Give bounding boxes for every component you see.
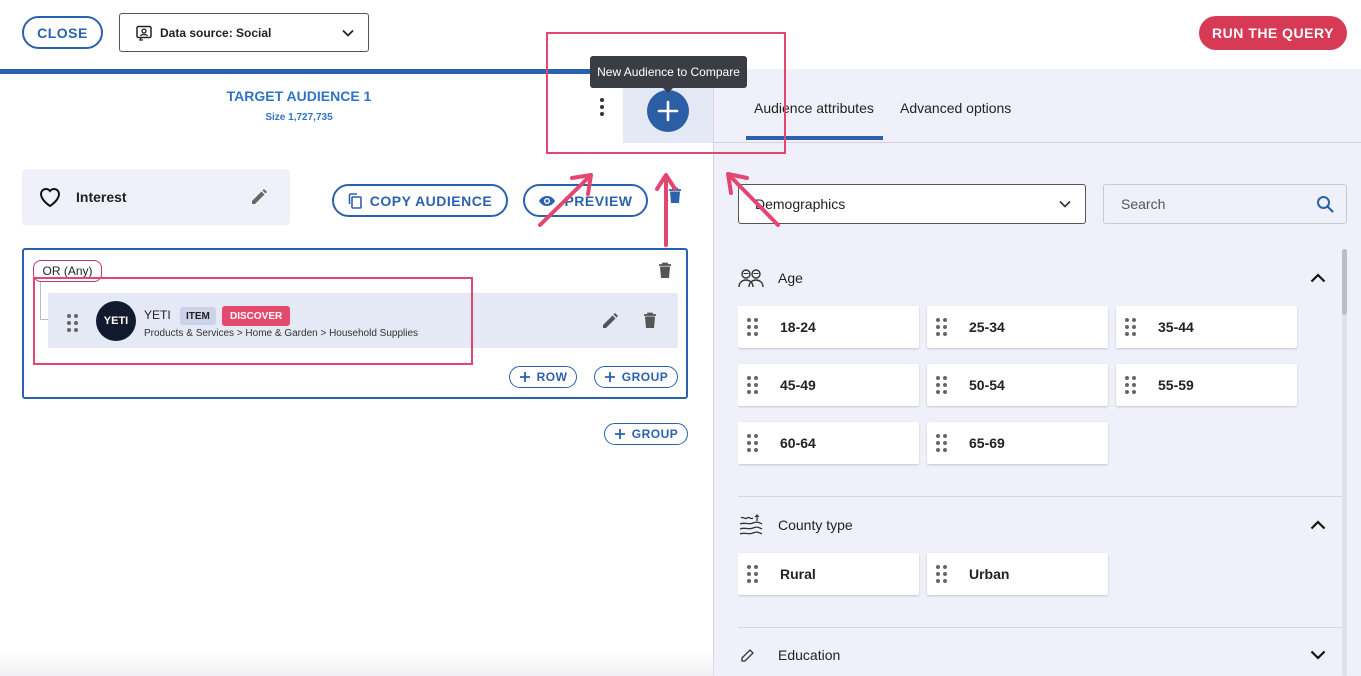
drag-handle-icon[interactable] xyxy=(936,565,947,583)
add-row-button[interactable]: ROW xyxy=(509,366,577,388)
highlight-box-item xyxy=(33,277,473,365)
plus-icon xyxy=(519,372,530,382)
close-button[interactable]: CLOSE xyxy=(22,16,103,49)
copy-icon xyxy=(348,192,362,209)
drag-handle-icon[interactable] xyxy=(936,434,947,452)
add-outer-group-button[interactable]: GROUP xyxy=(604,423,688,445)
delete-audience-icon[interactable] xyxy=(668,187,682,204)
pencil-icon[interactable] xyxy=(250,188,268,206)
search-input[interactable] xyxy=(1121,196,1316,212)
option-chip[interactable]: 60-64 xyxy=(738,422,919,464)
drag-handle-icon[interactable] xyxy=(936,376,947,394)
attribute-search[interactable] xyxy=(1103,184,1347,224)
tab-advanced-options[interactable]: Advanced options xyxy=(900,100,1011,116)
scrollbar[interactable] xyxy=(1342,249,1347,676)
section-county-type[interactable]: County type xyxy=(738,507,1342,543)
option-chip[interactable]: 65-69 xyxy=(927,422,1108,464)
section-age[interactable]: Age xyxy=(738,260,1342,296)
option-chip[interactable]: 18-24 xyxy=(738,306,919,348)
chevron-up-icon[interactable] xyxy=(1310,520,1326,530)
run-query-button[interactable]: RUN THE QUERY xyxy=(1199,16,1347,50)
edit-item-icon[interactable] xyxy=(601,312,619,330)
option-chip[interactable]: 25-34 xyxy=(927,306,1108,348)
tab-divider xyxy=(714,142,1361,143)
people-icon xyxy=(738,267,764,289)
delete-item-icon[interactable] xyxy=(643,312,657,329)
audience-size: Size 1,727,735 xyxy=(265,112,333,123)
drag-handle-icon[interactable] xyxy=(1125,318,1136,336)
interest-label: Interest xyxy=(76,189,127,205)
plus-icon xyxy=(604,372,615,382)
landscape-icon xyxy=(738,514,764,536)
section-title: County type xyxy=(778,517,853,533)
attribute-list: Age 18-24 25-34 35-44 45-49 50-54 55-59 … xyxy=(738,246,1342,676)
drag-handle-icon[interactable] xyxy=(747,565,758,583)
option-chip[interactable]: Rural xyxy=(738,553,919,595)
preview-button[interactable]: PREVIEW xyxy=(523,184,648,217)
interest-card[interactable]: Interest xyxy=(22,169,290,225)
option-chip[interactable]: 35-44 xyxy=(1116,306,1297,348)
heart-icon xyxy=(38,186,62,208)
drag-handle-icon[interactable] xyxy=(747,434,758,452)
bottom-fade xyxy=(0,652,714,676)
data-source-label: Data source: Social xyxy=(160,25,272,40)
copy-audience-button[interactable]: COPY AUDIENCE xyxy=(332,184,508,217)
drag-handle-icon[interactable] xyxy=(747,318,758,336)
category-select-value: Demographics xyxy=(755,196,846,212)
search-icon[interactable] xyxy=(1316,195,1334,213)
audience-title[interactable]: TARGET AUDIENCE 1 xyxy=(200,88,398,104)
add-group-button[interactable]: GROUP xyxy=(594,366,678,388)
chevron-up-icon[interactable] xyxy=(1310,273,1326,283)
section-divider xyxy=(738,627,1342,628)
option-chip[interactable]: 50-54 xyxy=(927,364,1108,406)
data-source-select[interactable]: Data source: Social xyxy=(119,13,369,52)
section-title: Age xyxy=(778,270,803,286)
option-chip[interactable]: 55-59 xyxy=(1116,364,1297,406)
education-icon xyxy=(738,644,764,666)
section-education[interactable]: Education xyxy=(738,637,1342,673)
category-select[interactable]: Demographics xyxy=(738,184,1086,224)
chevron-down-icon xyxy=(342,29,354,37)
section-divider xyxy=(738,496,1342,497)
highlight-box-add-audience xyxy=(546,32,786,154)
eye-icon xyxy=(538,195,556,207)
chevron-down-icon[interactable] xyxy=(1310,650,1326,660)
drag-handle-icon[interactable] xyxy=(747,376,758,394)
drag-handle-icon[interactable] xyxy=(1125,376,1136,394)
plus-icon xyxy=(614,429,625,439)
option-chip[interactable]: 45-49 xyxy=(738,364,919,406)
data-source-icon xyxy=(136,25,152,41)
section-title: Education xyxy=(778,647,841,663)
option-chip[interactable]: Urban xyxy=(927,553,1108,595)
chevron-down-icon xyxy=(1059,200,1071,208)
drag-handle-icon[interactable] xyxy=(936,318,947,336)
delete-group-icon[interactable] xyxy=(658,262,672,279)
